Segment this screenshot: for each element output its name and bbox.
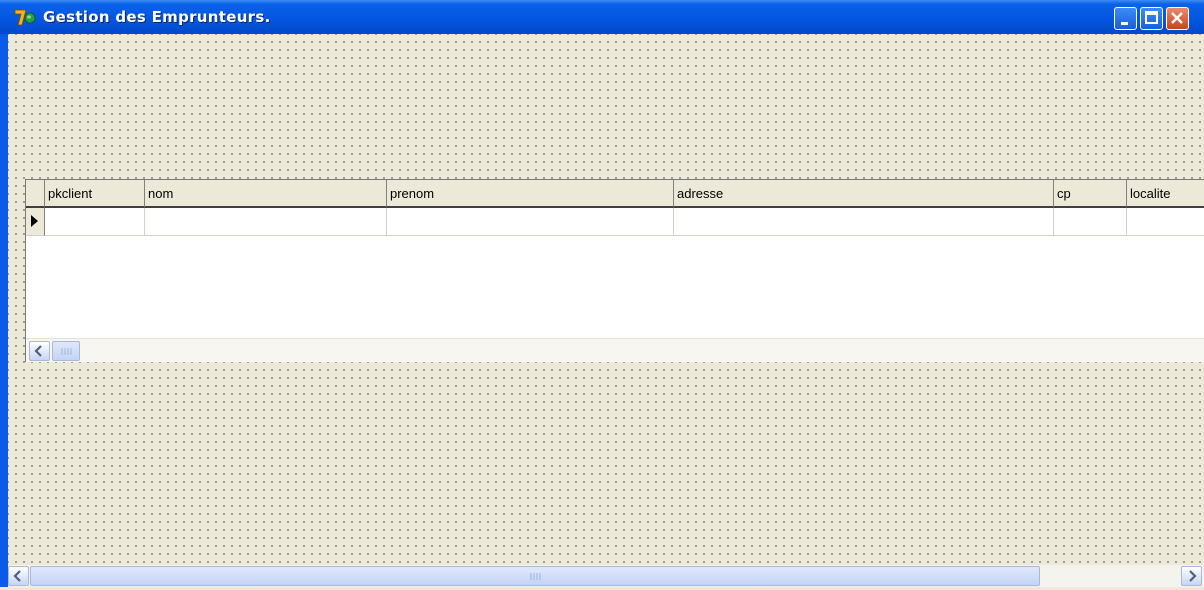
- indicator-header: [26, 180, 45, 208]
- title-bar[interactable]: Gestion des Emprunteurs.: [0, 0, 1204, 34]
- grip-icon: [530, 573, 541, 580]
- column-header-localite[interactable]: localite: [1127, 180, 1204, 208]
- delphi-app-icon: [14, 9, 36, 26]
- app-window: Gestion des Emprunteurs. pkclient nom pr…: [0, 0, 1204, 587]
- cell-cp[interactable]: [1054, 208, 1127, 236]
- close-button[interactable]: [1166, 7, 1189, 30]
- form-scroll-left-button[interactable]: [8, 566, 29, 586]
- db-grid[interactable]: pkclient nom prenom adresse cp localite: [25, 179, 1204, 362]
- grid-scroll-left-button[interactable]: [29, 341, 50, 361]
- column-header-adresse[interactable]: adresse: [674, 180, 1054, 208]
- close-icon: [1171, 12, 1183, 24]
- cell-prenom[interactable]: [387, 208, 674, 236]
- chevron-left-icon: [34, 345, 42, 357]
- cell-adresse[interactable]: [674, 208, 1054, 236]
- window-title: Gestion des Emprunteurs.: [43, 8, 271, 26]
- column-header-cp[interactable]: cp: [1054, 180, 1127, 208]
- chevron-right-icon: [1189, 570, 1197, 582]
- maximize-button[interactable]: [1140, 7, 1163, 30]
- form-horizontal-scrollbar[interactable]: [8, 565, 1204, 587]
- current-row-arrow-icon: [31, 215, 38, 227]
- grid-scroll-thumb[interactable]: [52, 341, 80, 361]
- row-indicator[interactable]: [26, 208, 45, 236]
- maximize-icon: [1145, 11, 1158, 24]
- form-scroll-thumb[interactable]: [30, 566, 1040, 586]
- minimize-button[interactable]: [1114, 7, 1137, 30]
- minimize-icon: [1121, 22, 1128, 25]
- column-header-nom[interactable]: nom: [145, 180, 387, 208]
- column-header-prenom[interactable]: prenom: [387, 180, 674, 208]
- grid-horizontal-scrollbar[interactable]: [26, 338, 1204, 362]
- column-header-pkclient[interactable]: pkclient: [45, 180, 145, 208]
- cell-localite[interactable]: [1127, 208, 1204, 236]
- cell-nom[interactable]: [145, 208, 387, 236]
- chevron-left-icon: [13, 570, 21, 582]
- grip-icon: [61, 348, 72, 355]
- form-scroll-right-button[interactable]: [1181, 566, 1202, 586]
- cell-pkclient[interactable]: [45, 208, 145, 236]
